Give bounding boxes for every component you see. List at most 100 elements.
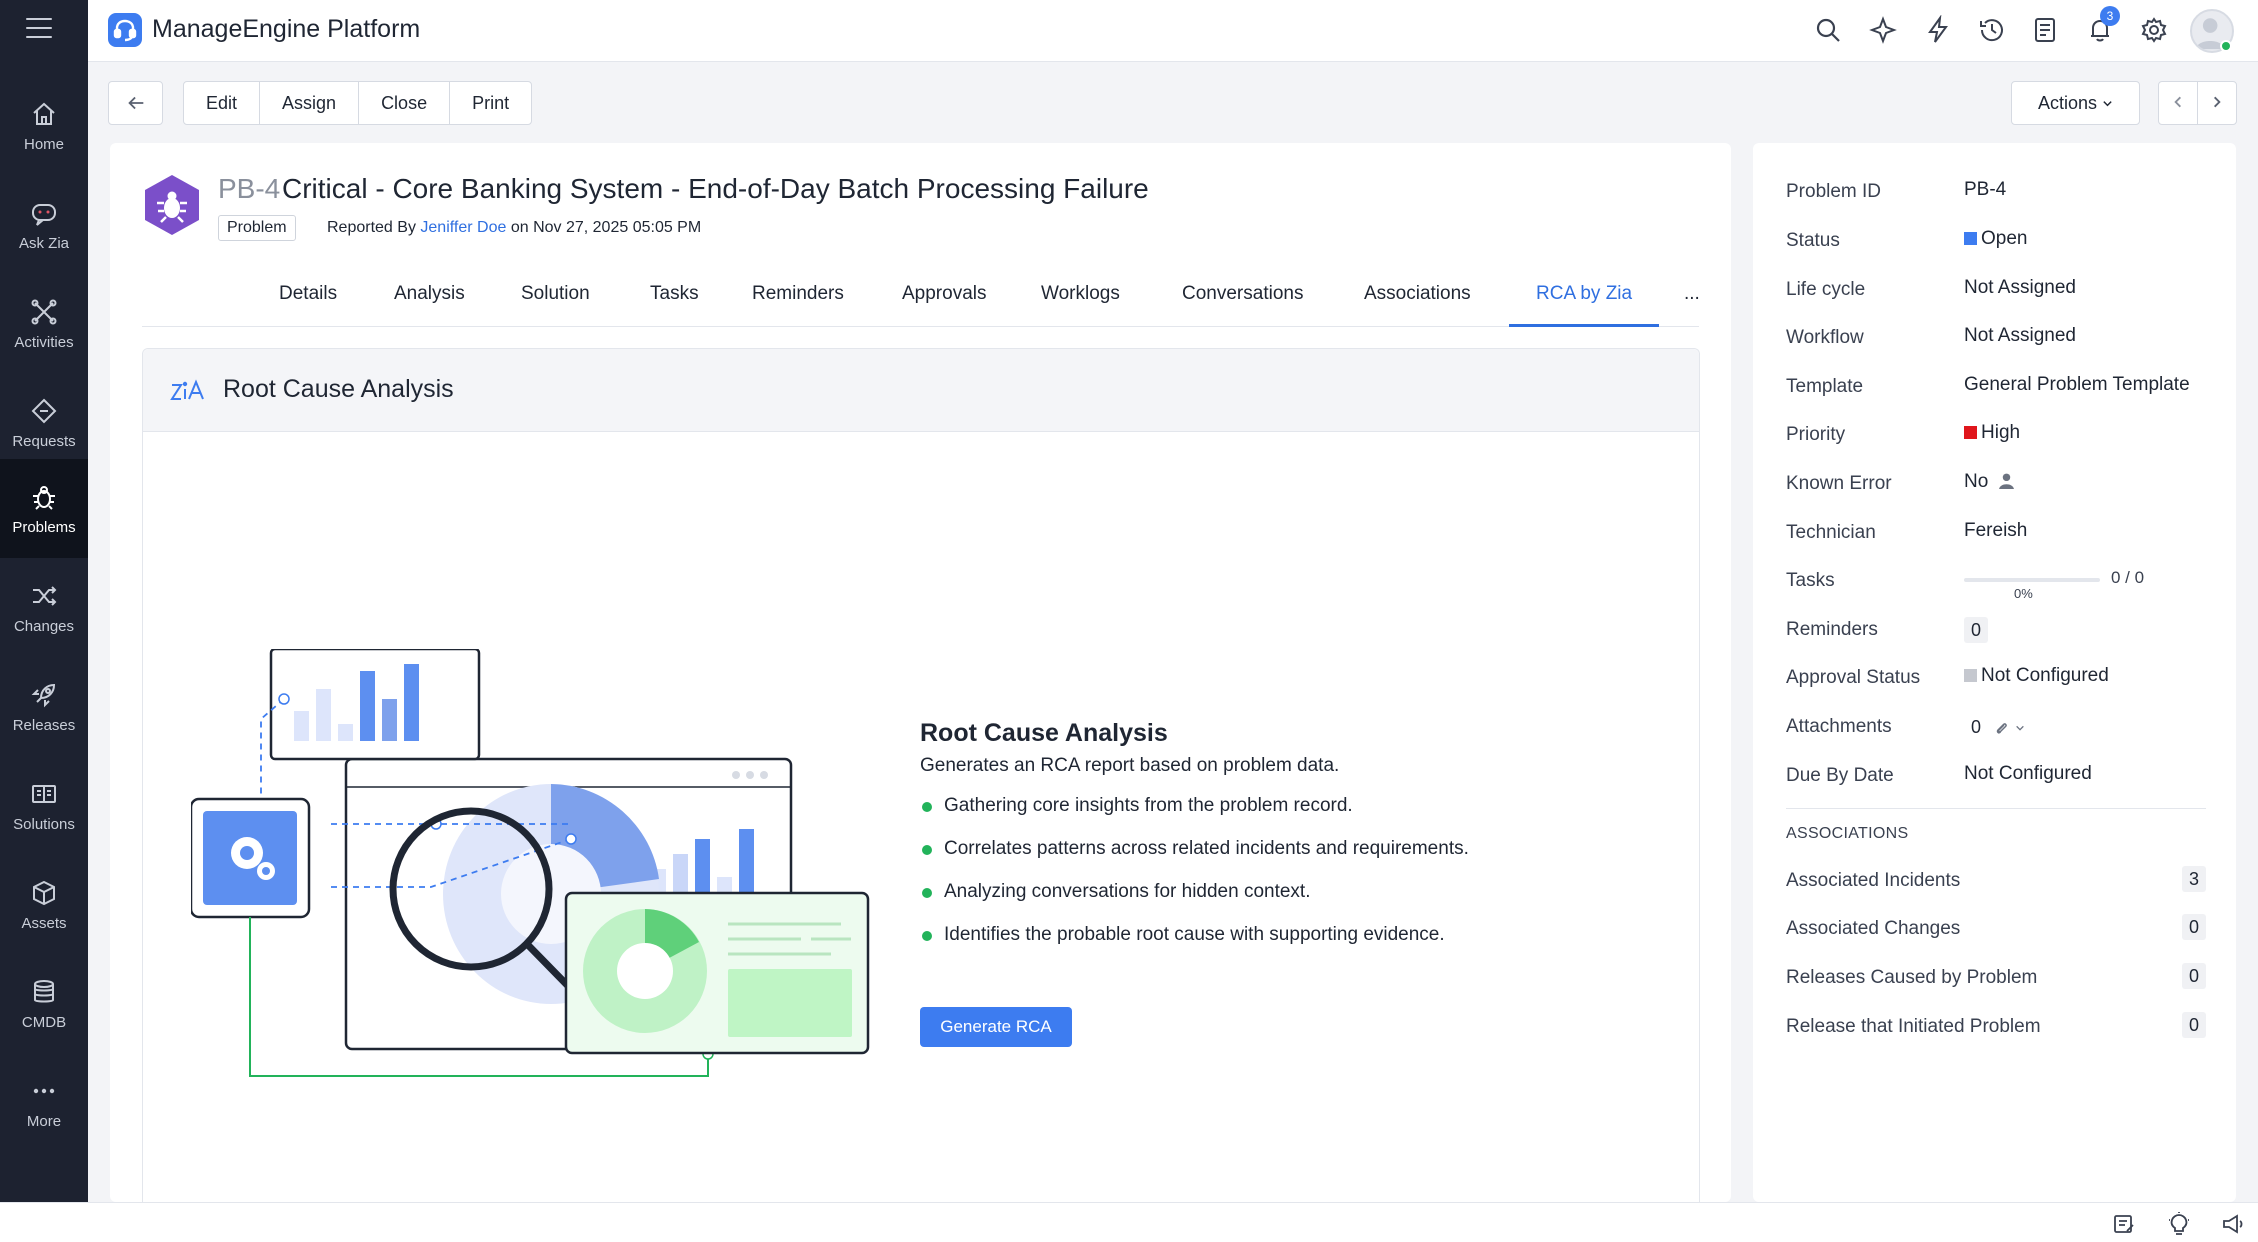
announcement-icon[interactable] <box>2220 1211 2246 1237</box>
problem-details-card: PB-4 Critical - Core Banking System - En… <box>110 143 1731 1202</box>
sidebar-item-problems[interactable]: Problems <box>0 459 88 558</box>
reported-info: Reported By Jeniffer Doe on Nov 27, 2025… <box>327 219 701 237</box>
sidebar-item-label: Activities <box>14 334 74 351</box>
history-icon[interactable] <box>1977 15 2007 45</box>
known-error-value: No <box>1964 471 1989 492</box>
tab-tasks[interactable]: Tasks <box>650 277 699 327</box>
property-label: Template <box>1786 376 1864 397</box>
association-incidents[interactable]: Associated Incidents 3 <box>1786 866 2206 896</box>
property-label: Tasks <box>1786 570 1835 591</box>
tab-conversations[interactable]: Conversations <box>1182 277 1303 327</box>
property-value: Not Assigned <box>1964 325 2076 346</box>
chevron-down-icon <box>2103 101 2112 107</box>
generate-rca-button[interactable]: Generate RCA <box>920 1007 1072 1047</box>
property-approval-status: Approval Status Not Configured <box>1786 663 2206 693</box>
property-template[interactable]: Template General Problem Template <box>1786 372 2206 402</box>
sidebar-item-changes[interactable]: Changes <box>0 558 88 657</box>
tab-solution[interactable]: Solution <box>521 277 590 327</box>
sidebar-item-activities[interactable]: Activities <box>0 274 88 373</box>
tasks-count: 0 / 0 <box>2111 568 2145 587</box>
property-label: Technician <box>1786 522 1876 543</box>
property-status[interactable]: Status Open <box>1786 226 2206 256</box>
sidebar-item-ask-zia[interactable]: Ask Zia <box>0 175 88 274</box>
property-label: Status <box>1786 230 1840 251</box>
lightbulb-icon[interactable] <box>2166 1211 2192 1237</box>
priority-color-swatch <box>1964 426 1977 439</box>
record-actions-group: Edit Assign Close Print <box>183 81 533 125</box>
notification-badge: 3 <box>2100 6 2120 26</box>
zia-chat-icon <box>32 204 56 226</box>
list-item: Identifies the probable root cause with … <box>920 924 1469 967</box>
reported-by-label: Reported By <box>327 219 416 236</box>
chevron-right-icon <box>2214 96 2221 108</box>
property-value: Not Configured <box>1964 763 2092 784</box>
requests-icon <box>31 398 57 424</box>
tab-more-options[interactable]: ... <box>1684 277 1700 327</box>
property-technician[interactable]: Technician Fereish <box>1786 518 2206 548</box>
sidebar-item-cmdb[interactable]: CMDB <box>0 954 88 1053</box>
previous-record-button[interactable] <box>2158 81 2198 125</box>
sidebar-item-label: Changes <box>13 618 75 635</box>
tab-rca-by-zia[interactable]: RCA by Zia <box>1509 277 1660 327</box>
cmdb-icon <box>34 980 54 1003</box>
tab-analysis[interactable]: Analysis <box>394 277 465 327</box>
property-known-error[interactable]: Known Error No <box>1786 469 2206 499</box>
back-button[interactable] <box>108 81 163 125</box>
property-tasks: Tasks 0% 0 / 0 <box>1786 566 2206 606</box>
sidebar-item-more[interactable]: More <box>0 1053 88 1152</box>
tab-worklogs[interactable]: Worklogs <box>1041 277 1120 327</box>
property-reminders[interactable]: Reminders 0 <box>1786 615 2206 645</box>
more-icon <box>33 1088 55 1094</box>
property-value: General Problem Template <box>1964 374 2190 395</box>
sidebar-item-solutions[interactable]: Solutions <box>0 756 88 855</box>
property-attachments[interactable]: Attachments 0 <box>1786 712 2206 742</box>
association-count: 3 <box>2182 866 2206 892</box>
tab-associations[interactable]: Associations <box>1364 277 1471 327</box>
chevron-down-icon[interactable] <box>2015 723 2025 733</box>
search-icon[interactable] <box>1813 15 1843 45</box>
property-label: Priority <box>1786 424 1846 445</box>
property-label: Attachments <box>1786 716 1892 737</box>
paperclip-icon[interactable] <box>1993 720 2009 736</box>
sidebar-item-requests[interactable]: Requests <box>0 373 88 472</box>
print-button[interactable]: Print <box>450 82 531 124</box>
hamburger-menu-icon[interactable] <box>26 18 52 40</box>
next-record-button[interactable] <box>2197 81 2237 125</box>
sidebar-item-label: Requests <box>12 433 76 450</box>
association-changes[interactable]: Associated Changes 0 <box>1786 914 2206 944</box>
solutions-icon <box>32 785 56 803</box>
sidebar-item-assets[interactable]: Assets <box>0 855 88 954</box>
zia-sparkle-icon[interactable] <box>1868 15 1898 45</box>
property-value: Not Configured <box>1964 665 2109 687</box>
association-releases-caused[interactable]: Releases Caused by Problem 0 <box>1786 963 2206 993</box>
sidebar-item-label: More <box>26 1113 62 1130</box>
sidebar-item-label: Releases <box>12 717 76 734</box>
gear-icon[interactable] <box>2139 15 2169 45</box>
lightning-icon[interactable] <box>1923 15 1953 45</box>
property-priority[interactable]: Priority High <box>1786 420 2206 450</box>
property-value: Not Assigned <box>1964 277 2076 298</box>
properties-panel: Problem ID PB-4 Status Open Life cycle N… <box>1753 143 2236 1202</box>
bottom-bar <box>0 1202 2258 1242</box>
association-release-initiated[interactable]: Release that Initiated Problem 0 <box>1786 1012 2206 1042</box>
property-due-by-date[interactable]: Due By Date Not Configured <box>1786 761 2206 791</box>
actions-dropdown[interactable]: Actions <box>2011 81 2140 125</box>
notes-icon[interactable] <box>2030 15 2060 45</box>
tab-approvals[interactable]: Approvals <box>902 277 987 327</box>
property-lifecycle[interactable]: Life cycle Not Assigned <box>1786 275 2206 305</box>
tab-details[interactable]: Details <box>279 277 337 327</box>
property-workflow[interactable]: Workflow Not Assigned <box>1786 323 2206 353</box>
sidebar-item-releases[interactable]: Releases <box>0 657 88 756</box>
reporter-link[interactable]: Jeniffer Doe <box>420 219 506 236</box>
assign-button[interactable]: Assign <box>260 82 360 124</box>
close-button[interactable]: Close <box>359 82 451 124</box>
sidebar-item-home[interactable]: Home <box>0 76 88 175</box>
property-label: Due By Date <box>1786 765 1894 786</box>
association-count: 0 <box>2182 963 2206 989</box>
association-label: Release that Initiated Problem <box>1786 1016 2041 1037</box>
edit-button[interactable]: Edit <box>184 82 261 124</box>
notes-icon[interactable] <box>2111 1211 2137 1237</box>
rca-subtitle: Generates an RCA report based on problem… <box>920 755 1340 776</box>
tab-reminders[interactable]: Reminders <box>752 277 844 327</box>
list-item: Gathering core insights from the problem… <box>920 795 1469 838</box>
